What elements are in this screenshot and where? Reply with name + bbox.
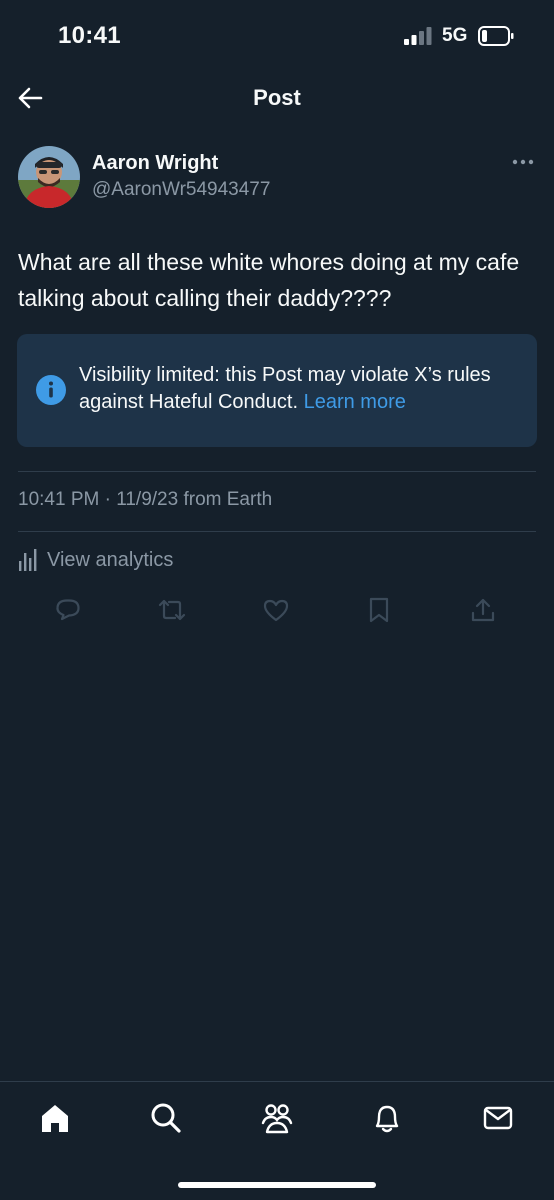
- status-time: 10:41: [58, 22, 121, 49]
- home-indicator[interactable]: [178, 1182, 376, 1188]
- tab-home[interactable]: [35, 1098, 75, 1138]
- tab-notifications[interactable]: [367, 1098, 407, 1138]
- communities-icon: [261, 1104, 293, 1134]
- post-timestamp: 10:41 PM · 11/9/23 from Earth: [18, 489, 273, 510]
- more-options-button[interactable]: [510, 152, 536, 172]
- page-title: Post: [253, 85, 301, 110]
- post-author: Aaron Wright @AaronWr54943477: [18, 146, 538, 212]
- like-button[interactable]: [258, 592, 294, 628]
- divider: [18, 531, 536, 532]
- post-detail-screen: 10:41 5G Post Aaron Wright @AaronWr54943…: [0, 0, 554, 1200]
- signal-strength-icon: [404, 27, 432, 45]
- tab-search[interactable]: [146, 1098, 186, 1138]
- heart-icon: [263, 599, 289, 622]
- analytics-icon: [19, 549, 37, 571]
- bookmark-button[interactable]: [361, 592, 397, 628]
- share-button[interactable]: [465, 592, 501, 628]
- info-icon: [36, 375, 66, 405]
- network-type: 5G: [442, 25, 468, 46]
- battery-icon: [478, 26, 514, 46]
- home-icon: [42, 1105, 68, 1132]
- post-text: What are all these white whores doing at…: [18, 249, 520, 311]
- more-dots-icon: [512, 159, 534, 165]
- avatar[interactable]: [18, 146, 80, 208]
- view-analytics-button[interactable]: View analytics: [18, 546, 173, 574]
- repost-icon: [158, 599, 186, 621]
- search-icon: [151, 1103, 181, 1133]
- notice-text: Visibility limited: this Post may violat…: [79, 362, 524, 416]
- status-bar: 10:41 5G: [0, 0, 554, 72]
- header: Post: [0, 72, 554, 126]
- avatar-image: [18, 146, 80, 208]
- notice-message: Visibility limited: this Post may violat…: [79, 364, 491, 413]
- bookmark-icon: [369, 597, 389, 623]
- bell-icon: [375, 1105, 399, 1133]
- bottom-tab-bar: [0, 1081, 554, 1200]
- analytics-label: View analytics: [47, 548, 174, 571]
- reply-icon: [56, 599, 80, 621]
- learn-more-link[interactable]: Learn more: [304, 391, 406, 413]
- divider: [18, 471, 536, 472]
- envelope-icon: [483, 1106, 513, 1130]
- share-icon: [471, 598, 495, 622]
- author-handle[interactable]: @AaronWr54943477: [92, 179, 270, 201]
- visibility-notice: Visibility limited: this Post may violat…: [17, 334, 537, 447]
- post-actions: [0, 592, 554, 628]
- repost-button[interactable]: [154, 592, 190, 628]
- tab-messages[interactable]: [478, 1098, 518, 1138]
- author-name[interactable]: Aaron Wright: [92, 152, 218, 175]
- reply-button[interactable]: [50, 592, 86, 628]
- tab-communities[interactable]: [257, 1098, 297, 1138]
